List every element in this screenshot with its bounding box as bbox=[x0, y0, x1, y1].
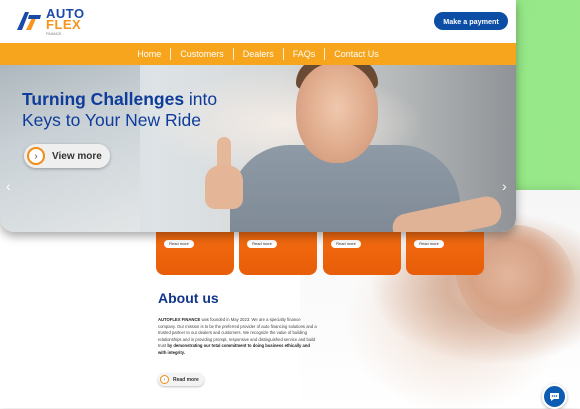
card-read-more-button[interactable]: Read more bbox=[164, 240, 194, 248]
card-read-more-button[interactable]: Read more bbox=[414, 240, 444, 248]
hero-title-bold: Turning Challenges bbox=[22, 89, 185, 109]
about-read-more-label: Read more bbox=[173, 376, 199, 383]
hero-title: Turning Challenges into Keys to Your New… bbox=[22, 89, 217, 131]
about-title: About us bbox=[158, 290, 219, 306]
logo-flex: FLEX bbox=[46, 17, 82, 32]
card-read-more-button[interactable]: Read more bbox=[331, 240, 361, 248]
about-body-bold: by demonstrating our total commitment to… bbox=[158, 343, 310, 355]
hero-title-line2: Keys to Your New Ride bbox=[22, 110, 201, 130]
thumbs-up-hand bbox=[205, 165, 243, 209]
arrow-right-icon[interactable]: › bbox=[502, 178, 507, 194]
site-header: AUTO FLEX FINANCE Make a payment bbox=[0, 0, 516, 43]
arrow-left-icon[interactable]: ‹ bbox=[6, 178, 11, 194]
hero-title-rest: into bbox=[188, 89, 218, 109]
hero-banner: Turning Challenges into Keys to Your New… bbox=[0, 65, 516, 232]
nav-dealers[interactable]: Dealers bbox=[234, 49, 283, 59]
main-nav: Home Customers Dealers FAQs Contact Us bbox=[0, 43, 516, 65]
card-read-more-button[interactable]: Read more bbox=[247, 240, 277, 248]
about-company-name: AUTOFLEX FINANCE bbox=[158, 317, 201, 322]
logo-tagline: FINANCE bbox=[46, 32, 62, 36]
chat-icon[interactable] bbox=[542, 384, 567, 409]
make-payment-button[interactable]: Make a payment bbox=[434, 12, 508, 30]
view-more-label: View more bbox=[52, 150, 102, 162]
hero-person-face bbox=[296, 65, 378, 163]
logo-text[interactable]: AUTO FLEX bbox=[46, 7, 85, 32]
view-more-button[interactable]: › View more bbox=[24, 144, 110, 168]
nav-faqs[interactable]: FAQs bbox=[284, 49, 325, 59]
nav-customers[interactable]: Customers bbox=[171, 49, 233, 59]
logo-mark-icon bbox=[17, 12, 41, 30]
nav-home[interactable]: Home bbox=[128, 49, 170, 59]
about-text: AUTOFLEX FINANCE was founded in May 2023… bbox=[158, 317, 318, 357]
nav-contact[interactable]: Contact Us bbox=[325, 49, 388, 59]
about-read-more-button[interactable]: › Read more bbox=[158, 373, 204, 386]
chevron-right-icon: › bbox=[27, 147, 45, 165]
front-screenshot: AUTO FLEX FINANCE Make a payment Home Cu… bbox=[0, 0, 516, 232]
chevron-right-icon: › bbox=[160, 375, 169, 384]
